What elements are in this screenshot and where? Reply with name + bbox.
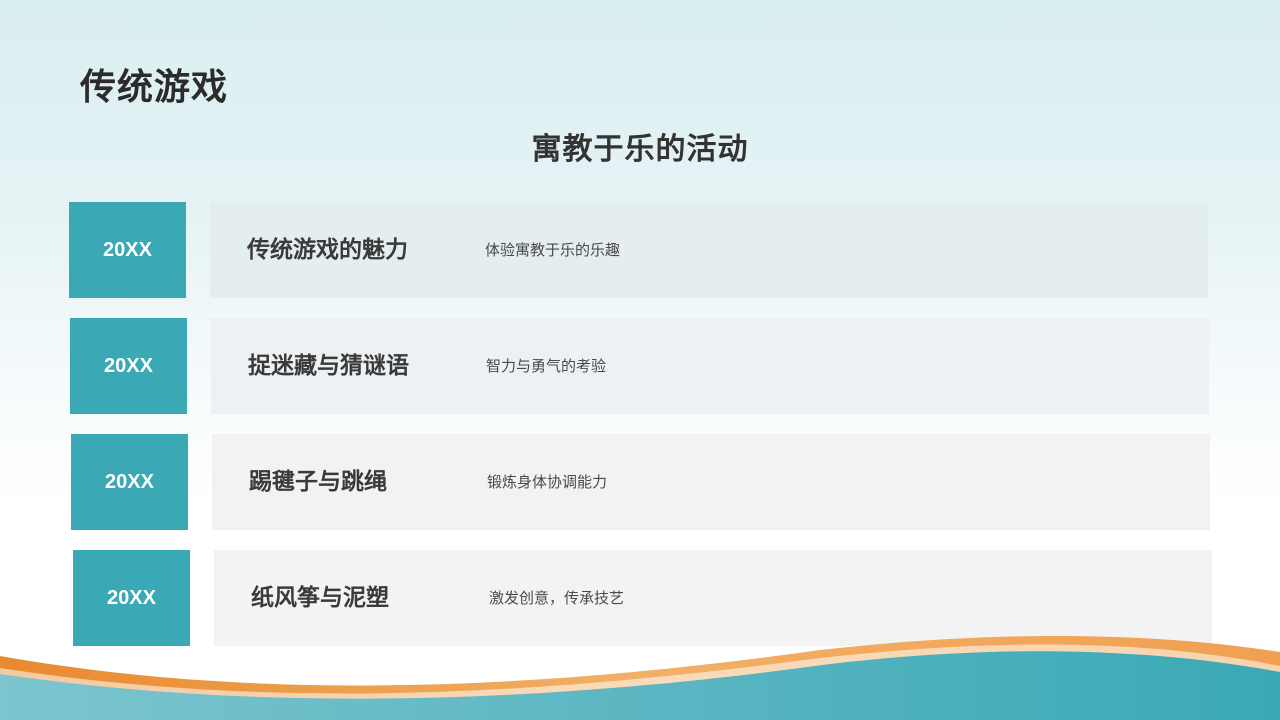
item-card: 捉迷藏与猜谜语 智力与勇气的考验 bbox=[211, 318, 1209, 414]
item-card: 传统游戏的魅力 体验寓教于乐的乐趣 bbox=[210, 202, 1208, 298]
item-description: 智力与勇气的考验 bbox=[486, 357, 607, 375]
item-description: 体验寓教于乐的乐趣 bbox=[485, 241, 621, 259]
year-badge: 20XX bbox=[69, 202, 186, 298]
page-title: 传统游戏 bbox=[80, 67, 229, 108]
year-badge: 20XX bbox=[70, 318, 187, 414]
item-card: 踢毽子与跳绳 锻炼身体协调能力 bbox=[212, 434, 1210, 530]
slide-subtitle: 寓教于乐的活动 bbox=[531, 132, 749, 167]
year-badge: 20XX bbox=[71, 434, 188, 530]
item-title: 传统游戏的魅力 bbox=[247, 237, 408, 263]
item-description: 锻炼身体协调能力 bbox=[487, 473, 608, 491]
slide: 传统游戏 寓教于乐的活动 20XX 传统游戏的魅力 体验寓教于乐的乐趣 20XX… bbox=[0, 0, 1280, 720]
decorative-wave bbox=[0, 635, 1280, 720]
item-title: 捉迷藏与猜谜语 bbox=[248, 353, 409, 379]
item-title: 踢毽子与跳绳 bbox=[249, 469, 387, 495]
